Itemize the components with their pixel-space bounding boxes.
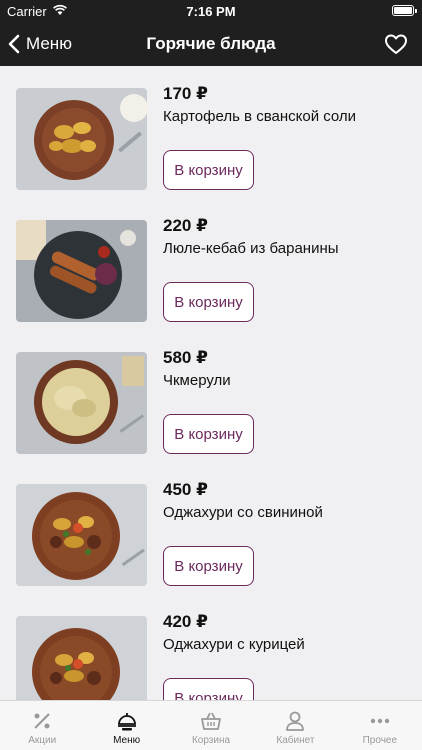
dish-image[interactable] [16,220,147,322]
dish-name: Картофель в сванской соли [163,108,357,125]
dish-list: 170 ₽ Картофель в сванской соли В корзин… [0,66,422,700]
list-item: 450 ₽ Оджахури со свининой В корзину [0,462,422,594]
dish-price: 170 ₽ [163,84,208,103]
tab-label: Прочее [362,735,398,746]
tab-label: Акции [28,735,57,746]
add-to-cart-button[interactable]: В корзину [163,282,254,322]
nav-bar: Меню Горячие блюда [0,22,422,66]
add-to-cart-button[interactable]: В корзину [163,414,254,454]
tab-menu[interactable]: Меню [84,701,168,750]
dish-price: 580 ₽ [163,348,208,367]
dish-image[interactable] [16,484,147,586]
add-to-cart-button[interactable]: В корзину [163,678,254,700]
more-icon [370,718,390,724]
percent-icon [34,713,50,729]
dish-price: 220 ₽ [163,216,208,235]
dish-name: Чкмерули [163,372,231,389]
dish-price: 420 ₽ [163,612,208,631]
tab-label: Меню [113,735,141,746]
add-to-cart-button[interactable]: В корзину [163,546,254,586]
dish-image[interactable] [16,616,147,700]
status-bar: Carrier 7:16 PM [0,0,422,22]
tab-bar: Акции Меню Корзина Кабинет Прочее [0,700,422,750]
tab-cart[interactable]: Корзина [169,701,253,750]
dish-name: Оджахури со свининой [163,504,323,521]
dish-price: 450 ₽ [163,480,208,499]
add-to-cart-button[interactable]: В корзину [163,150,254,190]
list-item: 580 ₽ Чкмерули В корзину [0,330,422,462]
list-item: 420 ₽ Оджахури с курицей В корзину [0,594,422,700]
heart-icon[interactable] [384,32,408,56]
dish-image[interactable] [16,352,147,454]
page-title: Горячие блюда [146,34,276,53]
basket-icon [201,712,221,730]
menu-food-icon [117,713,136,731]
tab-more[interactable]: Прочее [338,701,422,750]
dish-name: Оджахури с курицей [163,636,305,653]
list-item: 170 ₽ Картофель в сванской соли В корзин… [0,66,422,198]
status-time: 7:16 PM [186,4,236,19]
battery-icon [392,5,417,16]
tab-label: Корзина [191,735,231,746]
tab-label: Кабинет [276,735,315,746]
tab-account[interactable]: Кабинет [253,701,337,750]
user-icon [286,711,305,731]
list-item: 220 ₽ Люле-кебаб из баранины В корзину [0,198,422,330]
dish-image[interactable] [16,88,147,190]
tab-promotions[interactable]: Акции [0,701,84,750]
dish-name: Люле-кебаб из баранины [163,240,339,257]
